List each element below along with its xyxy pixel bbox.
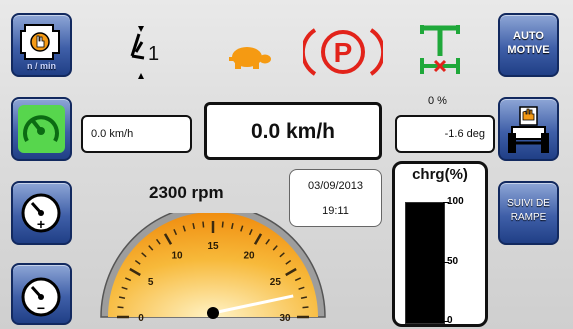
gauge-minus-button[interactable]: −	[11, 263, 72, 325]
gear-indicator-icon	[130, 26, 145, 79]
auto-motive-button[interactable]: AUTO MOTIVE	[498, 13, 559, 77]
speed-gauge-icon	[18, 105, 65, 153]
gauge-label-0: 0	[138, 313, 144, 324]
rpm-readout: 2300 rpm	[149, 183, 224, 202]
parking-brake-icon: P	[303, 28, 383, 76]
diff-lock-percent: 0 %	[428, 95, 447, 107]
engine-rpm-button[interactable]: n / min	[11, 13, 72, 77]
angle-readout: -1.6 deg	[395, 115, 495, 153]
gauge-label-4: 20	[243, 251, 255, 262]
angle-value: -1.6 deg	[444, 128, 485, 140]
gauge-label-1: 5	[148, 277, 154, 288]
date-value: 03/09/2013	[307, 180, 364, 192]
gauge-label-3: 15	[207, 241, 219, 252]
gauge-label-6: 30	[279, 313, 291, 324]
gauge-minor-tick	[117, 306, 124, 309]
speed-gauge-button[interactable]	[11, 97, 72, 161]
suivi-rampe-button[interactable]: SUIVI DE RAMPE	[498, 181, 559, 245]
rpm-unit-label: n / min	[27, 61, 56, 71]
gauge-minor-tick	[221, 221, 224, 228]
charge-label-50: 50	[447, 256, 459, 267]
gauge-label-5: 25	[270, 277, 282, 288]
svg-text:−: −	[37, 300, 45, 316]
diff-lock-icon	[420, 25, 460, 74]
gauge-hub	[207, 307, 219, 319]
gauge-plus-button[interactable]: +	[11, 181, 72, 245]
rpm-gauge: 0 5 10 15 20 25 30	[100, 213, 326, 324]
charge-bar-track	[405, 202, 445, 324]
tractor-control-button[interactable]	[498, 97, 559, 161]
tractor-hand-icon	[508, 106, 549, 153]
gauge-plus-icon: +	[21, 193, 61, 233]
speed-main-readout: 0.0 km/h	[204, 102, 382, 160]
suivi-rampe-label: SUIVI DE RAMPE	[507, 198, 550, 223]
charge-panel: chrg(%) 100 50 0	[392, 161, 488, 327]
charge-title: chrg(%)	[412, 166, 468, 183]
svg-text:P: P	[334, 37, 353, 68]
auto-motive-label: AUTO MOTIVE	[507, 30, 550, 56]
gear-number: 1	[148, 43, 160, 65]
speed-small-value: 0.0 km/h	[91, 128, 134, 140]
turtle-icon	[229, 47, 271, 69]
gauge-minor-tick	[202, 221, 205, 228]
gauge-minor-tick	[302, 306, 309, 309]
gauge-minus-icon: −	[21, 277, 61, 317]
gauge-label-2: 10	[171, 251, 183, 262]
speed-main-value: 0.0 km/h	[250, 120, 336, 143]
svg-text:+: +	[37, 216, 45, 232]
charge-label-0: 0	[447, 315, 453, 326]
speed-small-readout: 0.0 km/h	[81, 115, 192, 153]
charge-label-100: 100	[447, 196, 464, 207]
charge-bar-fill	[406, 203, 444, 323]
